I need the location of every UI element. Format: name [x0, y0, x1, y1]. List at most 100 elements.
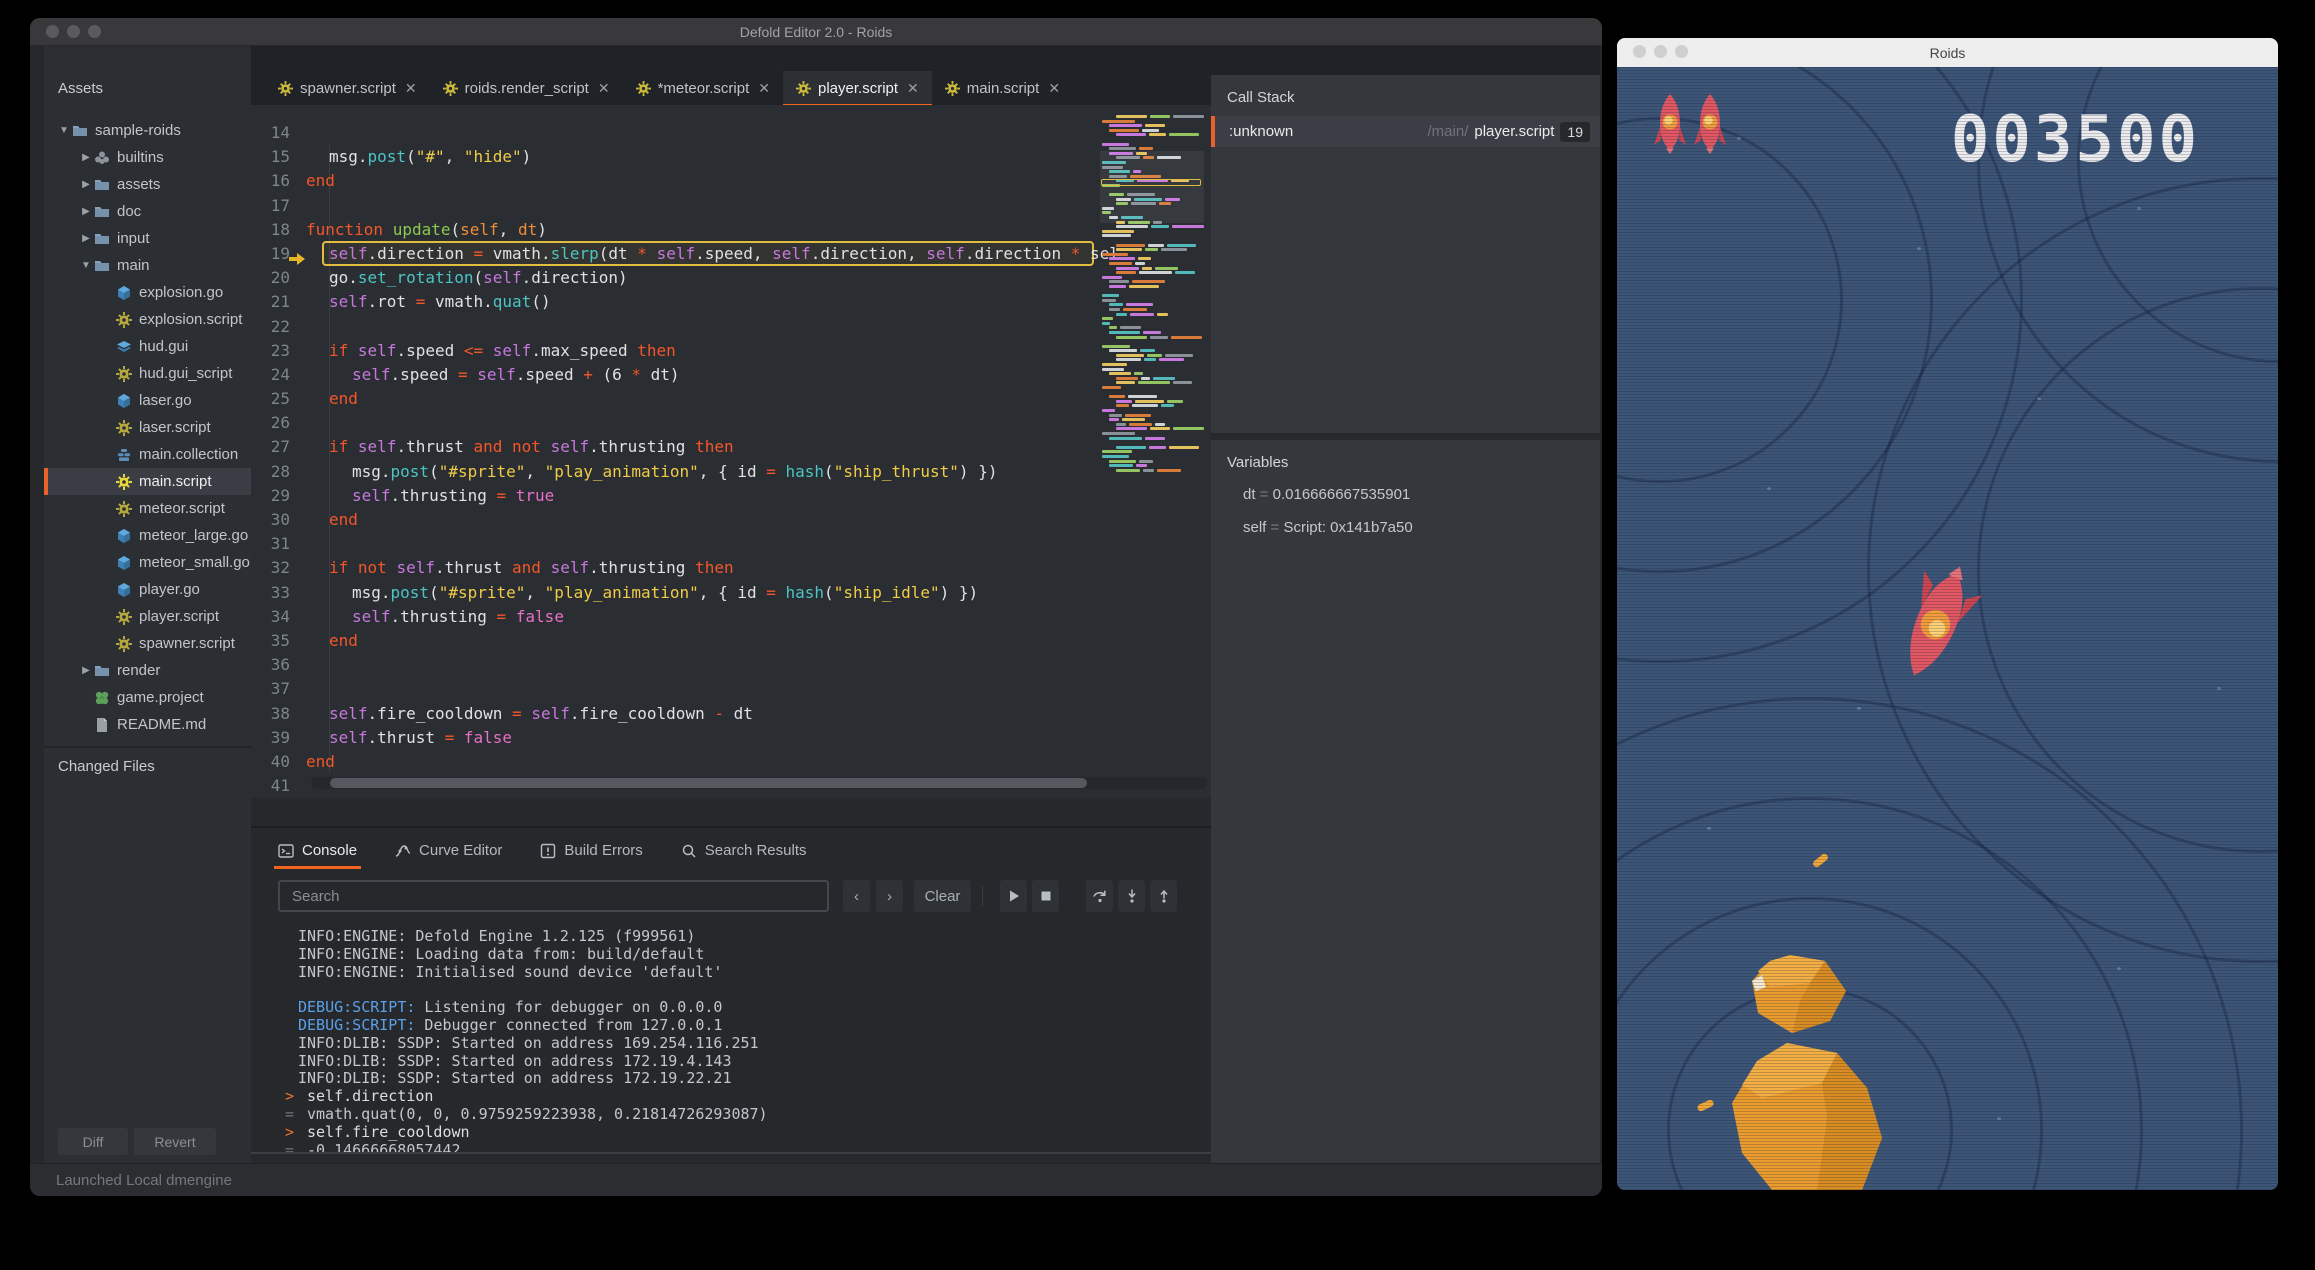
console-output[interactable]: INFO:ENGINE: Defold Engine 1.2.125 (f999… [251, 924, 1211, 1152]
tree-item-laser-script[interactable]: laser.script [44, 414, 251, 441]
game-titlebar[interactable]: Roids [1617, 38, 2278, 67]
code-line-22[interactable]: 22 [251, 315, 1211, 339]
revert-button[interactable]: Revert [134, 1128, 216, 1155]
tree-item-doc[interactable]: ▶doc [44, 198, 251, 225]
tree-item-input[interactable]: ▶input [44, 225, 251, 252]
bottom-tab-search-results[interactable]: Search Results [677, 828, 811, 873]
close-window-icon[interactable] [46, 25, 59, 38]
play-button[interactable] [1000, 880, 1027, 912]
code-line-33[interactable]: 33msg.post("#sprite", "play_animation", … [251, 581, 1211, 605]
expand-arrow-icon[interactable]: ▼ [58, 125, 70, 136]
game-viewport[interactable]: 003500 [1617, 67, 2278, 1190]
bottom-tab-console[interactable]: Console [274, 828, 361, 873]
code-line-14[interactable]: 14 [251, 121, 1211, 145]
minimize-window-icon[interactable] [1654, 45, 1667, 58]
code-line-18[interactable]: 18function update(self, dt) [251, 218, 1211, 242]
clear-console-button[interactable]: Clear [914, 880, 971, 912]
tree-item-explosion-go[interactable]: explosion.go [44, 279, 251, 306]
tree-item-label: spawner.script [139, 635, 235, 652]
code-line-35[interactable]: 35end [251, 629, 1211, 653]
tree-item-meteor-script[interactable]: meteor.script [44, 495, 251, 522]
code-line-39[interactable]: 39self.thrust = false [251, 726, 1211, 750]
close-icon[interactable]: ✕ [598, 80, 610, 97]
tree-item-main[interactable]: ▼main [44, 252, 251, 279]
maximize-window-icon[interactable] [1675, 45, 1688, 58]
code-line-29[interactable]: 29self.thrusting = true [251, 484, 1211, 508]
code-line-25[interactable]: 25end [251, 387, 1211, 411]
tree-item-player-go[interactable]: player.go [44, 576, 251, 603]
tree-item-explosion-script[interactable]: explosion.script [44, 306, 251, 333]
code-line-27[interactable]: 27if self.thrust and not self.thrusting … [251, 435, 1211, 459]
tree-item-readme-md[interactable]: README.md [44, 711, 251, 738]
expand-arrow-icon[interactable]: ▶ [80, 665, 92, 676]
code-minimap[interactable] [1100, 115, 1204, 473]
tree-item-main-script[interactable]: main.script [44, 468, 251, 495]
tree-item-game-project[interactable]: game.project [44, 684, 251, 711]
tree-item-assets[interactable]: ▶assets [44, 171, 251, 198]
step-over-button[interactable] [1086, 880, 1113, 912]
tree-item-laser-go[interactable]: laser.go [44, 387, 251, 414]
code-text: msg.post("#", "hide") [329, 145, 531, 169]
code-line-19[interactable]: 19self.direction = vmath.slerp(dt * self… [251, 242, 1211, 266]
code-line-24[interactable]: 24self.speed = self.speed + (6 * dt) [251, 363, 1211, 387]
variable-row-self[interactable]: self = Script: 0x141b7a50 [1243, 519, 1413, 536]
tree-item-main-collection[interactable]: main.collection [44, 441, 251, 468]
code-line-20[interactable]: 20go.set_rotation(self.direction) [251, 266, 1211, 290]
expand-arrow-icon[interactable]: ▶ [80, 179, 92, 190]
editor-tab-main-script[interactable]: main.script✕ [932, 71, 1073, 105]
expand-arrow-icon[interactable]: ▼ [80, 260, 92, 271]
stop-button[interactable] [1032, 880, 1059, 912]
bottom-tab-build-errors[interactable]: Build Errors [536, 828, 646, 873]
expand-arrow-icon[interactable]: ▶ [80, 152, 92, 163]
tree-item-spawner-script[interactable]: spawner.script [44, 630, 251, 657]
tree-item-meteor-small-go[interactable]: meteor_small.go [44, 549, 251, 576]
editor-tab-player-script[interactable]: player.script✕ [783, 71, 932, 105]
diff-button[interactable]: Diff [58, 1128, 128, 1155]
tree-item-player-script[interactable]: player.script [44, 603, 251, 630]
code-line-17[interactable]: 17 [251, 194, 1211, 218]
editor-titlebar[interactable]: Defold Editor 2.0 - Roids [30, 18, 1602, 45]
tree-item-sample-roids[interactable]: ▼sample-roids [44, 117, 251, 144]
tree-item-builtins[interactable]: ▶builtins [44, 144, 251, 171]
tree-item-render[interactable]: ▶render [44, 657, 251, 684]
expand-arrow-icon[interactable]: ▶ [80, 206, 92, 217]
find-next-button[interactable]: › [876, 880, 903, 912]
code-line-36[interactable]: 36 [251, 653, 1211, 677]
close-icon[interactable]: ✕ [405, 80, 417, 97]
code-line-34[interactable]: 34self.thrusting = false [251, 605, 1211, 629]
bottom-tab-curve-editor[interactable]: Curve Editor [391, 828, 506, 873]
tree-item-hud-gui-script[interactable]: hud.gui_script [44, 360, 251, 387]
code-line-28[interactable]: 28msg.post("#sprite", "play_animation", … [251, 460, 1211, 484]
step-out-button[interactable] [1150, 880, 1177, 912]
minimize-window-icon[interactable] [67, 25, 80, 38]
expand-arrow-icon[interactable]: ▶ [80, 233, 92, 244]
editor-tab-spawner-script[interactable]: spawner.script✕ [265, 71, 430, 105]
tree-item-meteor-large-go[interactable]: meteor_large.go [44, 522, 251, 549]
code-line-40[interactable]: 40end [251, 750, 1211, 774]
editor-tab-roids-render-script[interactable]: roids.render_script✕ [430, 71, 623, 105]
step-into-button[interactable] [1118, 880, 1145, 912]
code-line-16[interactable]: 16end [251, 169, 1211, 193]
code-line-30[interactable]: 30end [251, 508, 1211, 532]
close-icon[interactable]: ✕ [1048, 80, 1060, 97]
tree-item-hud-gui[interactable]: hud.gui [44, 333, 251, 360]
close-icon[interactable]: ✕ [758, 80, 770, 97]
code-line-21[interactable]: 21self.rot = vmath.quat() [251, 290, 1211, 314]
console-search-input[interactable] [278, 880, 829, 912]
horizontal-scrollbar-thumb[interactable] [330, 778, 1087, 788]
code-line-32[interactable]: 32if not self.thrust and self.thrusting … [251, 556, 1211, 580]
editor-tab--meteor-script[interactable]: *meteor.script✕ [623, 71, 783, 105]
variable-row-dt[interactable]: dt = 0.016666667535901 [1243, 486, 1410, 503]
code-line-15[interactable]: 15msg.post("#", "hide") [251, 145, 1211, 169]
find-previous-button[interactable]: ‹ [843, 880, 870, 912]
close-icon[interactable]: ✕ [907, 80, 919, 97]
close-window-icon[interactable] [1633, 45, 1646, 58]
code-line-31[interactable]: 31 [251, 532, 1211, 556]
code-line-37[interactable]: 37 [251, 677, 1211, 701]
code-line-26[interactable]: 26 [251, 411, 1211, 435]
maximize-window-icon[interactable] [88, 25, 101, 38]
call-stack-frame[interactable]: :unknown /main/player.script 19 [1211, 116, 1600, 147]
code-line-38[interactable]: 38self.fire_cooldown = self.fire_cooldow… [251, 702, 1211, 726]
code-editor[interactable]: 1415msg.post("#", "hide")16end1718functi… [251, 105, 1211, 798]
code-line-23[interactable]: 23if self.speed <= self.max_speed then [251, 339, 1211, 363]
